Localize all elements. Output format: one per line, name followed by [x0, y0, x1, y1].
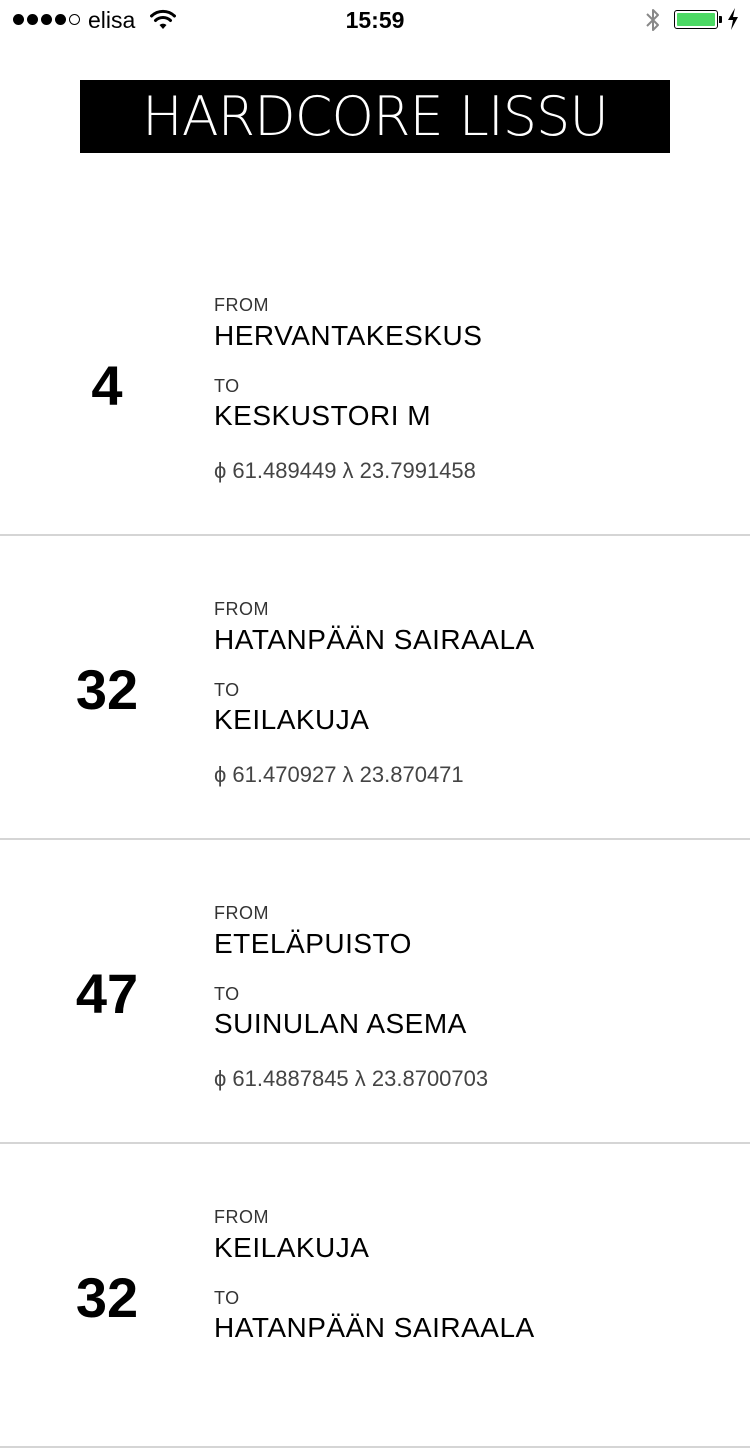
- battery-icon: [674, 10, 718, 29]
- charging-bolt-icon: [728, 8, 738, 30]
- clock: 15:59: [345, 7, 405, 33]
- route-list-item[interactable]: 32 FROM KEILAKUJA TO HATANPÄÄN SAIRAALA: [0, 1144, 750, 1448]
- route-number: 32: [75, 1266, 139, 1329]
- coordinates: ϕ 61.4887845 λ 23.8700703: [214, 1066, 489, 1091]
- battery-nub: [719, 16, 722, 23]
- app-title: HARDCORE LISSU: [80, 80, 670, 153]
- destination-stop: HATANPÄÄN SAIRAALA: [214, 1312, 535, 1343]
- status-bar: elisa 15:59: [0, 0, 750, 40]
- from-label: FROM: [214, 599, 269, 619]
- route-number: 32: [75, 658, 139, 721]
- coordinates: ϕ 61.489449 λ 23.7991458: [214, 458, 476, 483]
- route-list-item[interactable]: 4 FROM HERVANTAKESKUS TO KESKUSTORI M ϕ …: [0, 232, 750, 536]
- origin-stop: HERVANTAKESKUS: [214, 320, 483, 351]
- origin-stop: ETELÄPUISTO: [214, 928, 412, 959]
- origin-stop: HATANPÄÄN SAIRAALA: [214, 624, 535, 655]
- destination-stop: SUINULAN ASEMA: [214, 1008, 467, 1039]
- bluetooth-icon: [646, 9, 659, 31]
- route-list-item[interactable]: 32 FROM HATANPÄÄN SAIRAALA TO KEILAKUJA …: [0, 536, 750, 840]
- route-number: 47: [75, 962, 139, 1025]
- route-number: 4: [91, 354, 123, 417]
- from-label: FROM: [214, 903, 269, 923]
- to-label: TO: [214, 984, 240, 1004]
- destination-stop: KESKUSTORI M: [214, 400, 432, 431]
- coordinates: ϕ 61.470927 λ 23.870471: [214, 762, 464, 787]
- from-label: FROM: [214, 295, 269, 315]
- destination-stop: KEILAKUJA: [214, 704, 370, 735]
- battery-level: [677, 13, 715, 26]
- from-label: FROM: [214, 1207, 269, 1227]
- to-label: TO: [214, 1288, 240, 1308]
- to-label: TO: [214, 680, 240, 700]
- route-list-item[interactable]: 47 FROM ETELÄPUISTO TO SUINULAN ASEMA ϕ …: [0, 840, 750, 1144]
- to-label: TO: [214, 376, 240, 396]
- route-list: 4 FROM HERVANTAKESKUS TO KESKUSTORI M ϕ …: [0, 232, 750, 1448]
- origin-stop: KEILAKUJA: [214, 1232, 370, 1263]
